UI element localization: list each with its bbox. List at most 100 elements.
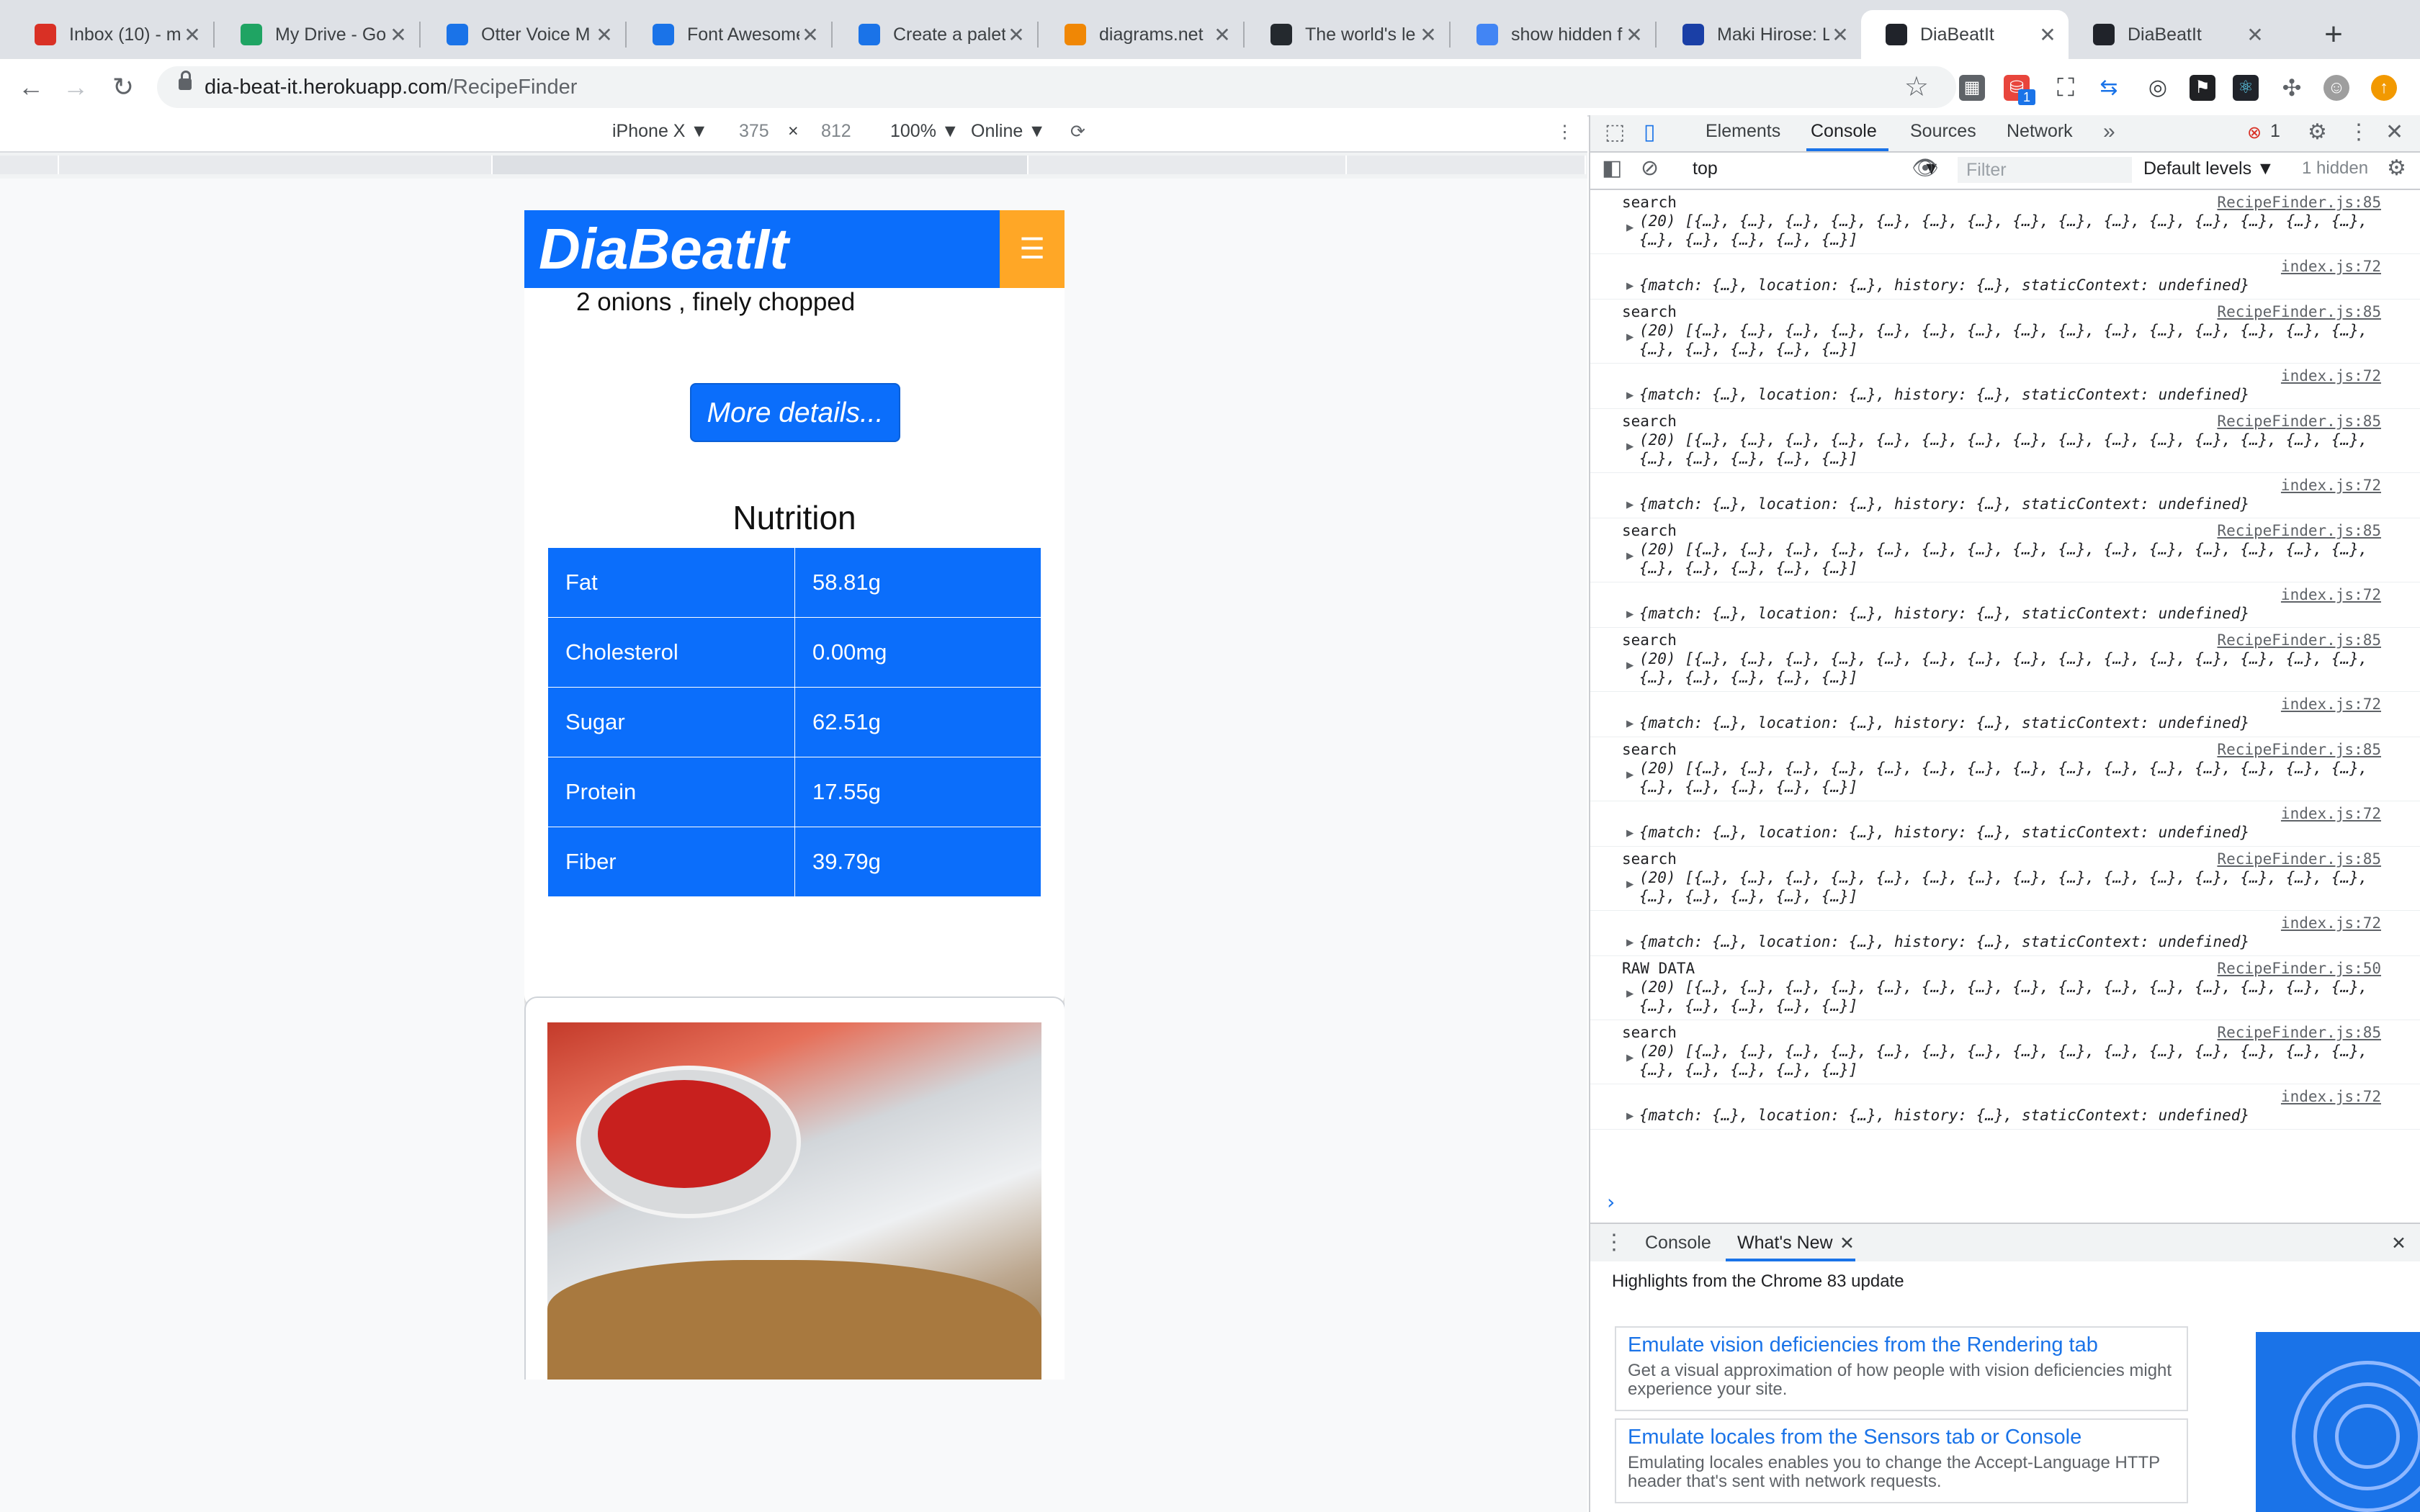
console-message[interactable]: RecipeFinder.js:85 search ▶ (20) [{…}, {…},… (1590, 628, 2420, 692)
tab-console[interactable]: Console (1811, 121, 1877, 142)
zoom-select[interactable]: 100% ▼ (890, 121, 959, 142)
message-source-link[interactable]: RecipeFinder.js:85 (2217, 631, 2381, 649)
message-body[interactable]: {match: {…}, location: {…}, history: {…}… (1622, 823, 2368, 842)
console-message[interactable]: RecipeFinder.js:85 search ▶ (20) [{…}, {…},… (1590, 1020, 2420, 1084)
ruler-segment[interactable] (0, 156, 59, 174)
message-source-link[interactable]: RecipeFinder.js:85 (2217, 850, 2381, 868)
hamburger-menu-icon[interactable]: ☰ (1000, 210, 1065, 288)
expand-triangle-icon[interactable]: ▶ (1626, 549, 1634, 563)
message-body[interactable]: {match: {…}, location: {…}, history: {…}… (1622, 932, 2368, 951)
app-brand[interactable]: DiaBeatIt (539, 217, 789, 281)
media-query-ruler[interactable] (0, 153, 1587, 179)
console-settings-gear-icon[interactable]: ⚙ (2387, 156, 2406, 181)
sidebar-toggle-icon[interactable]: ◧ (1602, 156, 1622, 181)
close-tab-icon[interactable]: ✕ (2244, 23, 2266, 47)
message-source-link[interactable]: RecipeFinder.js:50 (2217, 959, 2381, 978)
close-tab-icon[interactable]: ✕ (182, 23, 203, 47)
ruler-segment[interactable] (1028, 156, 1347, 174)
message-body[interactable]: (20) [{…}, {…}, {…}, {…}, {…}, {…}, {…},… (1622, 759, 2368, 796)
console-message[interactable]: index.js:72 ▶ {match: {…}, location: {…},… (1590, 364, 2420, 409)
close-tab-icon[interactable]: ✕ (387, 23, 409, 47)
device-select[interactable]: iPhone X ▼ (612, 121, 708, 142)
more-details-button[interactable]: More details... (690, 383, 900, 442)
console-message[interactable]: RecipeFinder.js:85 search ▶ (20) [{…}, {…},… (1590, 518, 2420, 582)
extension-icon[interactable]: ▦ (1959, 75, 1985, 101)
message-source-link[interactable]: index.js:72 (2281, 695, 2381, 714)
browser-tab[interactable]: My Drive - Go ✕ (216, 10, 419, 59)
clear-console-icon[interactable]: ⊘ (1641, 156, 1659, 181)
message-body[interactable]: {match: {…}, location: {…}, history: {…}… (1622, 1106, 2368, 1125)
error-count[interactable]: 1 (2270, 121, 2280, 142)
whats-new-item[interactable]: Emulate locales from the Sensors tab or … (1615, 1418, 2188, 1503)
expand-triangle-icon[interactable]: ▶ (1626, 1109, 1634, 1123)
message-body[interactable]: {match: {…}, location: {…}, history: {…}… (1622, 604, 2368, 623)
console-filter-input[interactable]: Filter (1958, 157, 2132, 183)
drawer-tab-whats-new[interactable]: What's New (1737, 1233, 1833, 1254)
expand-triangle-icon[interactable]: ▶ (1626, 768, 1634, 782)
screenshot-icon[interactable]: ⛶ (2053, 75, 2079, 101)
console-message[interactable]: index.js:72 ▶ {match: {…}, location: {…},… (1590, 1084, 2420, 1130)
expand-triangle-icon[interactable]: ▶ (1626, 439, 1634, 454)
browser-tab[interactable]: diagrams.net ✕ (1040, 10, 1243, 59)
close-tab-icon[interactable]: ✕ (1417, 23, 1439, 47)
close-tab-icon[interactable]: ✕ (799, 23, 821, 47)
more-options-icon[interactable]: ⋮ (1556, 121, 1574, 143)
expand-triangle-icon[interactable]: ▶ (1626, 935, 1634, 950)
browser-tab[interactable]: Maki Hirose: L ✕ (1658, 10, 1861, 59)
close-drawer-icon[interactable]: ✕ (2391, 1233, 2406, 1254)
ruler-segment[interactable] (493, 156, 1028, 174)
ruler-segment[interactable] (59, 156, 493, 174)
whats-new-item-title[interactable]: Emulate locales from the Sensors tab or … (1628, 1426, 2175, 1449)
lock-icon[interactable] (179, 71, 192, 90)
error-icon[interactable]: ⊗ (2247, 122, 2262, 143)
expand-triangle-icon[interactable]: ▶ (1626, 826, 1634, 840)
message-source-link[interactable]: RecipeFinder.js:85 (2217, 740, 2381, 759)
close-tab-icon[interactable]: ✕ (1005, 23, 1027, 47)
expand-triangle-icon[interactable]: ▶ (1626, 986, 1634, 1001)
message-source-link[interactable]: RecipeFinder.js:85 (2217, 1023, 2381, 1042)
live-expression-eye-icon[interactable]: 👁 (1912, 156, 1939, 181)
inspect-element-icon[interactable]: ⬚ (1605, 120, 1625, 145)
close-tab-icon[interactable]: ✕ (1623, 23, 1645, 47)
expand-triangle-icon[interactable]: ▶ (1626, 388, 1634, 402)
tab-network[interactable]: Network (2007, 121, 2073, 142)
browser-tab[interactable]: show hidden f ✕ (1452, 10, 1655, 59)
sync-arrows-icon[interactable]: ⇆ (2096, 75, 2122, 101)
console-message[interactable]: RecipeFinder.js:85 search ▶ (20) [{…}, {…},… (1590, 190, 2420, 254)
browser-tab[interactable]: Inbox (10) - m ✕ (10, 10, 213, 59)
message-source-link[interactable]: RecipeFinder.js:85 (2217, 302, 2381, 321)
expand-triangle-icon[interactable]: ▶ (1626, 279, 1634, 293)
message-body[interactable]: {match: {…}, location: {…}, history: {…}… (1622, 276, 2368, 294)
console-message[interactable]: RecipeFinder.js:85 search ▶ (20) [{…}, {…},… (1590, 737, 2420, 801)
browser-tab[interactable]: Font Awesome ✕ (628, 10, 831, 59)
message-body[interactable]: (20) [{…}, {…}, {…}, {…}, {…}, {…}, {…},… (1622, 321, 2368, 359)
settings-gear-icon[interactable]: ⚙ (2308, 120, 2327, 145)
close-tab-icon[interactable]: ✕ (1829, 23, 1851, 47)
tab-elements[interactable]: Elements (1706, 121, 1780, 142)
message-body[interactable]: (20) [{…}, {…}, {…}, {…}, {…}, {…}, {…},… (1622, 978, 2368, 1015)
code-icon[interactable]: ◎ (2145, 75, 2171, 101)
expand-triangle-icon[interactable]: ▶ (1626, 607, 1634, 621)
console-message[interactable]: index.js:72 ▶ {match: {…}, location: {…},… (1590, 254, 2420, 300)
close-devtools-icon[interactable]: ✕ (2385, 120, 2403, 145)
reload-icon[interactable]: ↻ (105, 69, 141, 105)
expand-triangle-icon[interactable]: ▶ (1626, 1050, 1634, 1065)
expand-triangle-icon[interactable]: ▶ (1626, 330, 1634, 344)
url-text[interactable]: dia-beat-it.herokuapp.com/RecipeFinder (205, 76, 577, 99)
console-message[interactable]: index.js:72 ▶ {match: {…}, location: {…},… (1590, 473, 2420, 518)
expand-triangle-icon[interactable]: ▶ (1626, 877, 1634, 891)
message-body[interactable]: (20) [{…}, {…}, {…}, {…}, {…}, {…}, {…},… (1622, 540, 2368, 577)
console-message[interactable]: index.js:72 ▶ {match: {…}, location: {…},… (1590, 582, 2420, 628)
message-source-link[interactable]: index.js:72 (2281, 1087, 2381, 1106)
browser-tab[interactable]: Otter Voice M ✕ (422, 10, 625, 59)
message-source-link[interactable]: RecipeFinder.js:85 (2217, 193, 2381, 212)
expand-triangle-icon[interactable]: ▶ (1626, 220, 1634, 235)
message-source-link[interactable]: index.js:72 (2281, 585, 2381, 604)
console-message[interactable]: RecipeFinder.js:85 search ▶ (20) [{…}, {…},… (1590, 847, 2420, 911)
message-body[interactable]: (20) [{…}, {…}, {…}, {…}, {…}, {…}, {…},… (1622, 649, 2368, 687)
message-source-link[interactable]: index.js:72 (2281, 257, 2381, 276)
console-message[interactable]: RecipeFinder.js:50 RAW DATA ▶ (20) [{…}, {…… (1590, 956, 2420, 1020)
bookmark-star-icon[interactable]: ☆ (1904, 71, 1929, 103)
console-prompt[interactable]: › (1605, 1190, 1617, 1214)
message-source-link[interactable]: RecipeFinder.js:85 (2217, 412, 2381, 431)
